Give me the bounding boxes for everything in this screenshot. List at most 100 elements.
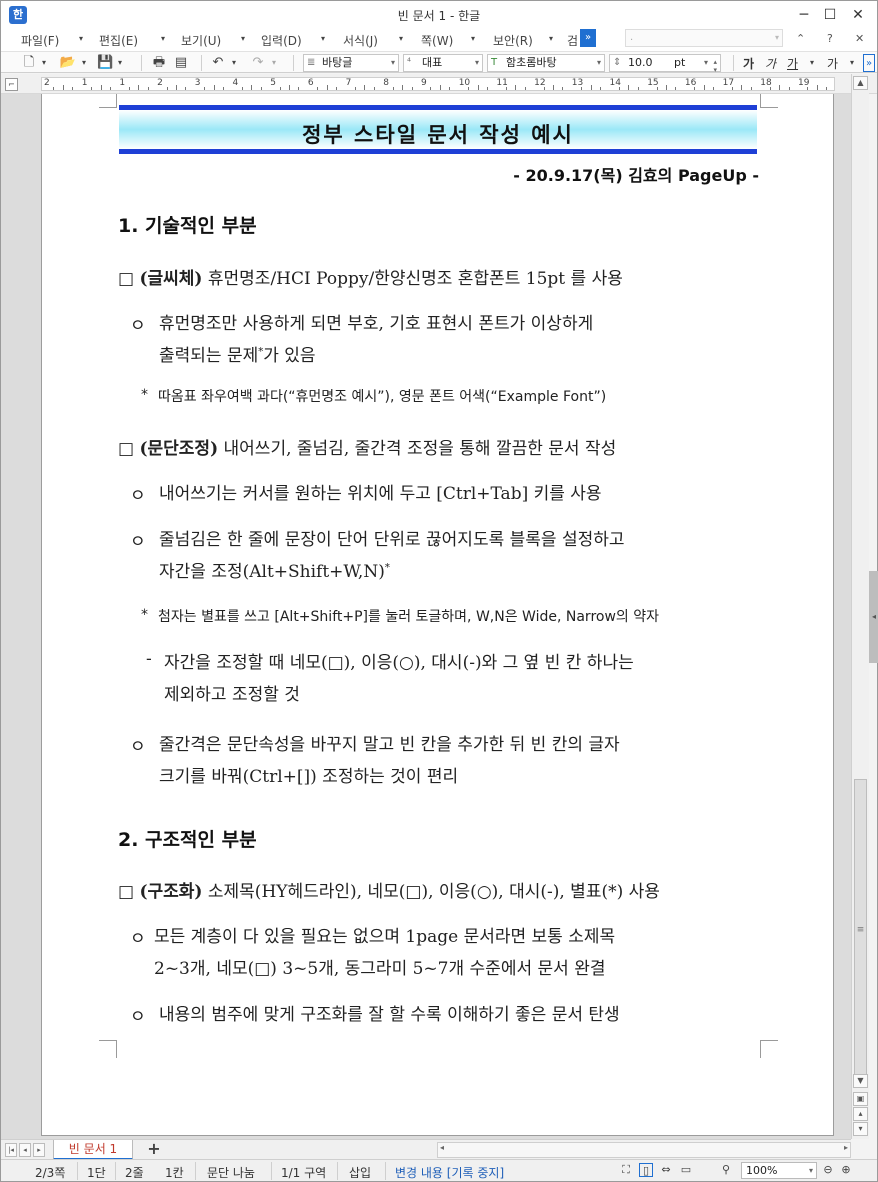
ruler-tick [637, 87, 639, 90]
menu-insert[interactable]: 입력(D) [261, 32, 302, 49]
doc-close-icon[interactable]: ✕ [855, 32, 864, 45]
quick-style-combo[interactable]: . ▾ [625, 29, 783, 47]
horizontal-scrollbar[interactable]: ◂ ▸ [437, 1142, 851, 1158]
ruler-number: 8 [383, 78, 390, 88]
add-tab-button[interactable]: + [141, 1141, 167, 1159]
menu-security[interactable]: 보안(R) [493, 32, 533, 49]
minimize-button[interactable]: ─ [793, 5, 815, 25]
menu-insert-dropdown-icon[interactable]: ▾ [321, 34, 325, 43]
ruler-tick [552, 85, 554, 90]
menu-file[interactable]: 파일(F) [21, 32, 59, 49]
view-fit-icon[interactable]: ⛶ [619, 1163, 633, 1177]
save-icon[interactable]: 💾 [97, 54, 113, 72]
menu-edit[interactable]: 편집(E) [99, 32, 138, 49]
square-bullet: □ [118, 439, 135, 459]
page-view-icon[interactable]: ▣ [853, 1092, 868, 1106]
side-panel-toggle-icon[interactable]: ◂ [869, 571, 878, 663]
ribbon-collapse-icon[interactable]: ⌃ [796, 32, 805, 45]
undo-icon[interactable]: ↶ [209, 54, 227, 72]
prev-tab-icon[interactable]: ◂ [19, 1143, 31, 1157]
scroll-right-icon[interactable]: ▸ [844, 1143, 848, 1152]
tab-type-icon[interactable]: ⌐ [5, 78, 18, 91]
circle-item-line: 2~3개, 네모(□) 3~5개, 동그라미 5~7개 수준에서 문서 완결 [154, 959, 606, 979]
status-insert-mode[interactable]: 삽입 [349, 1164, 371, 1181]
help-icon[interactable]: ? [827, 32, 833, 45]
scroll-up-icon[interactable]: ▲ [853, 76, 868, 90]
maximize-button[interactable]: ☐ [819, 5, 841, 25]
menu-page[interactable]: 쪽(W) [421, 32, 453, 49]
chevron-down-icon: ▾ [774, 33, 779, 42]
menu-expand-icon[interactable]: » [580, 29, 596, 47]
menu-view-dropdown-icon[interactable]: ▾ [241, 34, 245, 43]
ruler-tick [91, 87, 93, 90]
font-name-combo[interactable]: T 함초롬바탕 ▾ [487, 54, 605, 72]
open-dropdown-icon[interactable]: ▾ [79, 54, 89, 72]
menu-format[interactable]: 서식(J) [343, 32, 378, 49]
menu-file-dropdown-icon[interactable]: ▾ [79, 34, 83, 43]
prev-page-icon[interactable]: ▴ [853, 1107, 868, 1121]
italic-button[interactable]: 가 [765, 55, 776, 72]
strikethrough-button[interactable]: 가 [827, 55, 838, 72]
ruler-tick [449, 87, 451, 90]
undo-dropdown-icon[interactable]: ▾ [229, 54, 239, 72]
crop-mark [760, 94, 778, 108]
bold-button[interactable]: 가 [743, 55, 754, 72]
horizontal-ruler[interactable]: 2 1 1 2 3 4 5 6 7 8 9 10 11 12 13 14 15 16 17 18 19 [41, 77, 835, 91]
save-dropdown-icon[interactable]: ▾ [115, 54, 125, 72]
new-dropdown-icon[interactable]: ▾ [39, 54, 49, 72]
status-column-count: 1단 [87, 1166, 106, 1180]
zoom-combo[interactable]: 100% ▾ [741, 1162, 817, 1179]
tab-document-1[interactable]: 빈 문서 1 [53, 1140, 133, 1160]
ruler-tick [251, 85, 253, 90]
scrollbar-thumb[interactable]: ≡ [854, 779, 867, 1079]
first-tab-icon[interactable]: |◂ [5, 1143, 17, 1157]
ruler-tick [590, 85, 592, 90]
circle-item-line: 줄넘김은 한 줄에 문장이 단어 단위로 끊어지도록 블록을 설정하고 [159, 530, 625, 550]
close-button[interactable]: ✕ [847, 5, 869, 25]
view-width-icon[interactable]: ⇔ [659, 1163, 673, 1177]
next-page-icon[interactable]: ▾ [853, 1122, 868, 1136]
redo-dropdown-icon[interactable]: ▾ [269, 54, 279, 72]
status-section: 1/1 구역 [281, 1166, 327, 1180]
redo-icon[interactable]: ↷ [249, 54, 267, 72]
strike-dropdown-icon[interactable]: ▾ [847, 54, 857, 72]
ruler-number: 5 [270, 78, 276, 88]
menu-page-dropdown-icon[interactable]: ▾ [471, 34, 475, 43]
status-separator [271, 1162, 272, 1180]
toolbar-expand-icon[interactable]: » [863, 54, 875, 72]
next-tab-icon[interactable]: ▸ [33, 1143, 45, 1157]
ruler-number: 4 [232, 78, 239, 88]
paragraph-style-combo[interactable]: ≣ 바탕글 ▾ [303, 54, 399, 72]
font-language-combo[interactable]: ⁴ 대표 ▾ [403, 54, 483, 72]
print-preview-icon[interactable]: ▤ [173, 54, 189, 72]
underline-dropdown-icon[interactable]: ▾ [807, 54, 817, 72]
square-item: □ (글씨체) 휴먼명조/HCI Poppy/한양신명조 혼합폰트 15pt 를… [118, 264, 623, 289]
menu-review[interactable]: 검 [567, 32, 578, 49]
new-document-icon[interactable]: 🗋 [21, 54, 37, 72]
zoom-in-icon[interactable]: ⊕ [839, 1163, 853, 1177]
view-two-page-icon[interactable]: ▭ [679, 1163, 693, 1177]
scroll-left-icon[interactable]: ◂ [440, 1143, 444, 1152]
menu-edit-dropdown-icon[interactable]: ▾ [161, 34, 165, 43]
menu-view[interactable]: 보기(U) [181, 32, 221, 49]
zoom-out-icon[interactable]: ⊖ [821, 1163, 835, 1177]
view-page-icon[interactable]: ▯ [639, 1163, 653, 1177]
scroll-down-icon[interactable]: ▼ [853, 1074, 868, 1088]
font-size-combo[interactable]: ⇕ 10.0 pt ▾ ▴ ▾ [609, 54, 721, 74]
ruler-tick [439, 85, 441, 90]
underline-button[interactable]: 가 [787, 55, 798, 72]
circle-bullet: ㅇ [130, 316, 146, 336]
document-page[interactable]: 정부 스타일 문서 작성 예시 - 20.9.17(목) 김효의 PageUp … [41, 94, 834, 1136]
ruler-tick [515, 85, 517, 90]
menu-security-dropdown-icon[interactable]: ▾ [549, 34, 553, 43]
document-title-box: 정부 스타일 문서 작성 예시 [119, 105, 757, 154]
menu-format-dropdown-icon[interactable]: ▾ [399, 34, 403, 43]
status-page[interactable]: 2/3쪽 [35, 1164, 65, 1181]
status-track-changes[interactable]: 변경 내용 [기록 중지] [395, 1164, 504, 1181]
vertical-scrollbar[interactable]: ▲ ≡ ▼ ▣ ▴ ▾ [851, 74, 869, 1139]
open-folder-icon[interactable]: 📂 [59, 54, 77, 72]
zoom-search-icon[interactable]: ⚲ [719, 1163, 733, 1177]
style-icon: ≣ [307, 57, 316, 68]
print-icon[interactable]: 🖶 [151, 54, 167, 72]
ruler-tick [505, 87, 507, 90]
